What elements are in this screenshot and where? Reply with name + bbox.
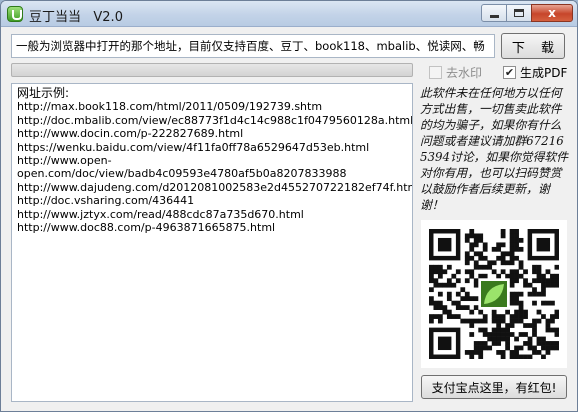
watermark-checkbox-box[interactable] <box>429 65 442 79</box>
close-button[interactable]: x <box>531 4 573 22</box>
window-title: 豆丁当当 V2.0 <box>29 10 123 25</box>
watermark-label: 去水印 <box>446 65 483 80</box>
anti-scam-notice: 此软件未在任何地方以任何方式出售，一切售卖此软件的均为骗子，如果你有什么问题或者… <box>420 86 568 212</box>
example-url-line: http://doc.vsharing.com/436441 <box>17 194 195 208</box>
download-button[interactable]: 下 载 <box>501 33 565 59</box>
example-url-line: https://wenku.baidu.com/view/4f11fa0ff78… <box>17 140 370 154</box>
examples-textarea[interactable]: 网址示例: http://max.book118.com/html/2011/0… <box>11 83 413 402</box>
example-url-line: http://doc.mbalib.com/view/ec88773f1d4c1… <box>17 113 413 127</box>
example-url-line: http://www.open- <box>17 154 112 168</box>
donation-qr-code <box>421 220 567 368</box>
app-logo-icon <box>7 6 23 22</box>
app-window: 豆丁当当 V2.0 x 一般为浏览器中打开的那个地址，目前仅支持百度、豆丁、bo… <box>0 0 578 412</box>
example-url-line: http://www.dajudeng.com/d2012081002583e2… <box>17 180 413 194</box>
watermark-checkbox[interactable]: 去水印 <box>429 64 482 80</box>
download-progress-bar <box>11 63 413 77</box>
minimize-button[interactable] <box>481 4 507 22</box>
pdf-label: 生成PDF <box>520 65 568 80</box>
maximize-icon <box>514 9 524 17</box>
close-icon: x <box>548 6 556 20</box>
minimize-icon <box>489 15 499 18</box>
example-url-line: http://www.docin.com/p-222827689.html <box>17 127 244 141</box>
checkmark-icon[interactable]: ✔ <box>503 65 516 79</box>
alipay-button[interactable]: 支付宝点这里，有红包! <box>421 375 567 399</box>
example-url-line: http://www.jztyx.com/read/488cdc87a735d6… <box>17 207 304 221</box>
pdf-checkbox[interactable]: ✔ 生成PDF <box>503 64 567 80</box>
maximize-button[interactable] <box>506 4 532 22</box>
url-input[interactable]: 一般为浏览器中打开的那个地址，目前仅支持百度、豆丁、book118、mbalib… <box>11 34 495 58</box>
title-bar[interactable]: 豆丁当当 V2.0 x <box>1 1 577 27</box>
example-url-line: http://max.book118.com/html/2011/0509/19… <box>17 100 323 114</box>
window-controls: x <box>481 4 573 22</box>
examples-header: 网址示例: <box>17 86 70 100</box>
example-url-line: http://www.doc88.com/p-4963871665875.htm… <box>17 221 276 235</box>
qr-code-icon <box>429 229 559 359</box>
example-url-line: open.com/doc/view/badb4c09593e4780af5b0a… <box>17 167 347 181</box>
